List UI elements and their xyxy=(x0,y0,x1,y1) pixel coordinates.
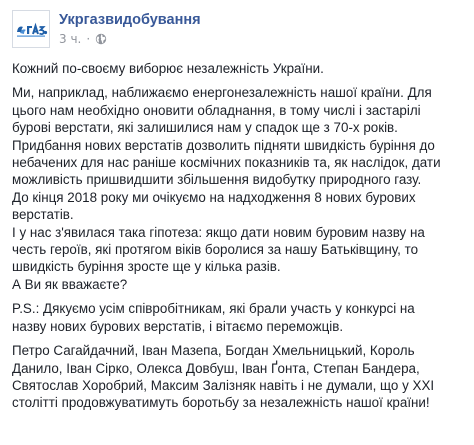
text-line: Данило, Іван Сірко, Олекса Довбуш, Іван … xyxy=(12,360,420,376)
post-meta: Укргазвидобування 3 ч. · xyxy=(59,11,201,46)
text-line: швидкість буріння зросте ще у кілька раз… xyxy=(12,259,281,275)
ukrgas-logo-icon xyxy=(17,22,48,37)
globe-icon[interactable] xyxy=(95,33,107,45)
post-paragraph-4: Петро Сагайдачний, Іван Мазепа, Богдан Х… xyxy=(12,342,464,412)
text-line: До кінця 2018 року ми очікуємо на надход… xyxy=(12,189,416,205)
text-line: А Ви як вважаєте? xyxy=(12,276,128,292)
text-line: І у нас з'явилася така гіпотеза: якщо да… xyxy=(12,224,425,240)
text-line: небачених для нас раніше космічних показ… xyxy=(12,155,441,171)
page-name-link[interactable]: Укргазвидобування xyxy=(59,11,201,29)
post-body: Кожний по-своєму виборює незалежність Ук… xyxy=(12,60,464,412)
facebook-post: Укргазвидобування 3 ч. · Кожний по-своєм… xyxy=(0,0,474,445)
text-line: назву нових бурових верстатів, і вітаємо… xyxy=(12,318,344,334)
post-paragraph-2: Ми, наприклад, наближаємо енергонезалежн… xyxy=(12,84,464,293)
post-subline: 3 ч. · xyxy=(59,32,201,46)
post-header: Укргазвидобування 3 ч. · xyxy=(12,10,201,54)
page-avatar[interactable] xyxy=(12,10,50,48)
text-line: честь героїв, які протягом віків боролис… xyxy=(12,242,419,258)
post-paragraph-1: Кожний по-своєму виборює незалежність Ук… xyxy=(12,60,464,77)
text-line: Ми, наприклад, наближаємо енергонезалежн… xyxy=(12,85,432,101)
text-line: столітті продовжуватимуть боротьбу за не… xyxy=(12,395,430,411)
text-line: Придбання нових верстатів дозволить підн… xyxy=(12,137,435,153)
text-line: бурові верстати, які залишилися нам у сп… xyxy=(12,120,398,136)
text-line: Петро Сагайдачний, Іван Мазепа, Богдан Х… xyxy=(12,343,415,359)
post-paragraph-3: P.S.: Дякуємо усім співробітникам, які б… xyxy=(12,300,464,335)
text-line: цього нам необхідно оновити обладнання, … xyxy=(12,102,421,118)
meta-separator: · xyxy=(86,32,91,46)
text-line: верстатів. xyxy=(12,207,74,223)
text-line: Святослав Хоробрий, Максим Залізняк наві… xyxy=(12,377,435,393)
text-line: P.S.: Дякуємо усім співробітникам, які б… xyxy=(12,301,415,317)
text-line: можливість пришвидшити збільшення видобу… xyxy=(12,172,422,188)
text-line: Кожний по-своєму виборює незалежність Ук… xyxy=(12,61,324,76)
post-timestamp[interactable]: 3 ч. xyxy=(59,32,81,46)
